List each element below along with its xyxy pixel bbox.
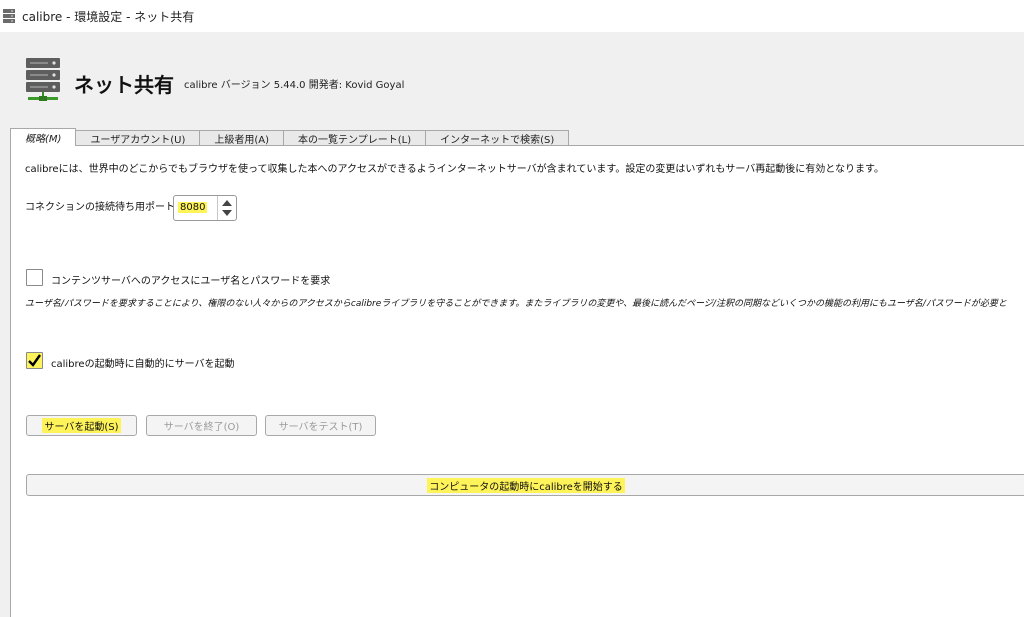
version-info: calibre バージョン 5.44.0 開発者: Kovid Goyal (184, 80, 405, 91)
server-description: calibreには、世界中のどこからでもブラウザを使って収集した本へのアクセスが… (25, 164, 884, 175)
chevron-up-icon[interactable] (222, 200, 232, 206)
server-icon (26, 58, 60, 101)
start-server-label: サーバを起動(S) (42, 418, 121, 433)
tab-advanced[interactable]: 上級者用(A) (199, 130, 285, 146)
port-value[interactable]: 8080 (178, 202, 208, 213)
autostart-checkbox[interactable] (26, 352, 43, 369)
tab-panel-overview: calibreには、世界中のどこからでもブラウザを使って収集した本へのアクセスが… (10, 145, 1024, 617)
tab-bar: 概略(M) ユーザアカウント(U) 上級者用(A) 本の一覧テンプレート(L) … (10, 128, 570, 146)
require-auth-checkbox[interactable] (26, 269, 43, 286)
port-stepper[interactable] (217, 196, 236, 220)
start-on-boot-label: コンピュータの起動時にcalibreを開始する (427, 477, 625, 493)
calibre-app-icon (3, 9, 15, 23)
window-title: calibre - 環境設定 - ネット共有 (22, 9, 195, 24)
tab-overview[interactable]: 概略(M) (10, 128, 77, 146)
start-on-boot-button[interactable]: コンピュータの起動時にcalibreを開始する (26, 474, 1024, 496)
title-bar: calibre - 環境設定 - ネット共有 (0, 0, 1024, 32)
require-auth-label[interactable]: コンテンツサーバへのアクセスにユーザ名とパスワードを要求 (51, 272, 330, 287)
tab-search-internet[interactable]: インターネットで検索(S) (425, 130, 570, 146)
tab-book-list-template[interactable]: 本の一覧テンプレート(L) (283, 130, 427, 146)
port-label: コネクションの接続待ち用ポート: (25, 202, 179, 213)
checkmark-icon (28, 354, 41, 367)
autostart-label[interactable]: calibreの起動時に自動的にサーバを起動 (51, 355, 234, 370)
auth-note: ユーザ名/パスワードを要求することにより、権限のない人々からのアクセスからcal… (25, 299, 1007, 309)
test-server-button[interactable]: サーバをテスト(T) (265, 415, 376, 436)
chevron-down-icon[interactable] (222, 210, 232, 216)
stop-server-button[interactable]: サーバを終了(O) (146, 415, 257, 436)
page-heading: ネット共有 (74, 73, 174, 97)
page-header: ネット共有 calibre バージョン 5.44.0 開発者: Kovid Go… (0, 32, 1024, 124)
start-server-button[interactable]: サーバを起動(S) (26, 415, 137, 436)
tab-user-accounts[interactable]: ユーザアカウント(U) (75, 130, 201, 146)
port-spinbox[interactable]: 8080 (173, 195, 237, 221)
